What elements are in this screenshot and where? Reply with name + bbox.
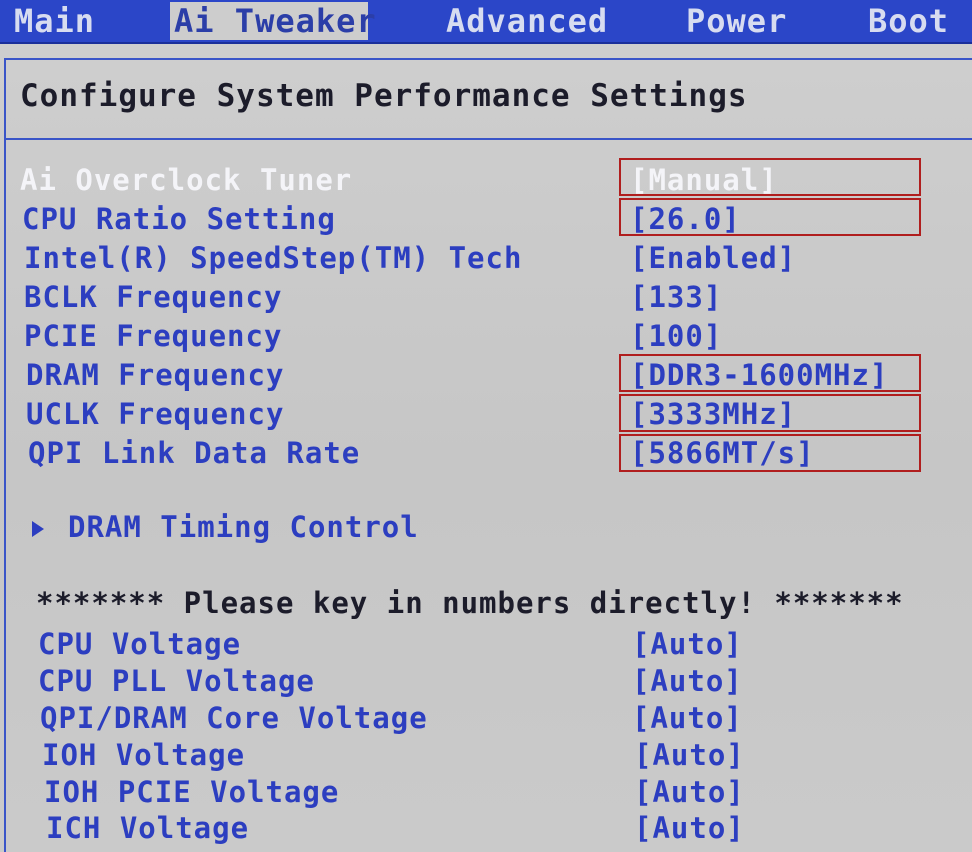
setting-row-ich-voltage[interactable]: ICH Voltage [Auto] xyxy=(0,810,972,846)
submenu-dram-timing-control[interactable]: DRAM Timing Control xyxy=(32,510,419,544)
notice-text: ******* Please key in numbers directly! … xyxy=(36,586,904,620)
setting-label: UCLK Frequency xyxy=(26,397,285,431)
setting-value[interactable]: [133] xyxy=(630,279,722,315)
triangle-right-icon xyxy=(32,521,44,537)
highlight-box xyxy=(619,198,921,236)
setting-label: IOH PCIE Voltage xyxy=(44,775,340,809)
setting-row-speedstep[interactable]: Intel(R) SpeedStep(TM) Tech [Enabled] xyxy=(0,240,972,276)
setting-row-qpi-dram-core-voltage[interactable]: QPI/DRAM Core Voltage [Auto] xyxy=(0,700,972,736)
setting-label: QPI/DRAM Core Voltage xyxy=(40,701,428,735)
setting-value[interactable]: [Auto] xyxy=(632,626,743,662)
submenu-label: DRAM Timing Control xyxy=(68,510,419,544)
page-title: Configure System Performance Settings xyxy=(20,78,748,114)
setting-label: BCLK Frequency xyxy=(24,280,283,314)
setting-label: CPU PLL Voltage xyxy=(38,664,315,698)
setting-row-cpu-pll-voltage[interactable]: CPU PLL Voltage [Auto] xyxy=(0,663,972,699)
setting-value[interactable]: [Auto] xyxy=(634,737,745,773)
setting-label: IOH Voltage xyxy=(42,738,246,772)
highlight-box xyxy=(619,434,921,472)
setting-label: PCIE Frequency xyxy=(24,319,283,353)
setting-value[interactable]: [Auto] xyxy=(634,774,745,810)
highlight-box xyxy=(619,394,921,432)
title-divider xyxy=(6,138,972,140)
setting-label: DRAM Frequency xyxy=(26,358,285,392)
setting-value[interactable]: [100] xyxy=(630,318,722,354)
setting-value[interactable]: [Auto] xyxy=(632,663,743,699)
setting-row-ioh-pcie-voltage[interactable]: IOH PCIE Voltage [Auto] xyxy=(0,774,972,810)
setting-value[interactable]: [Auto] xyxy=(632,700,743,736)
tab-main[interactable]: Main xyxy=(14,2,95,40)
bios-screen: Main Ai Tweaker Advanced Power Boot Conf… xyxy=(0,0,972,852)
setting-row-bclk[interactable]: BCLK Frequency [133] xyxy=(0,279,972,315)
tab-boot[interactable]: Boot xyxy=(868,2,949,40)
top-divider xyxy=(4,58,972,60)
setting-label: CPU Ratio Setting xyxy=(22,202,336,236)
setting-label: QPI Link Data Rate xyxy=(28,436,361,470)
highlight-box xyxy=(619,158,921,196)
setting-label: Intel(R) SpeedStep(TM) Tech xyxy=(24,241,523,275)
highlight-box xyxy=(619,354,921,392)
setting-row-pcie[interactable]: PCIE Frequency [100] xyxy=(0,318,972,354)
setting-row-cpu-voltage[interactable]: CPU Voltage [Auto] xyxy=(0,626,972,662)
setting-value[interactable]: [Enabled] xyxy=(630,240,796,276)
setting-row-ioh-voltage[interactable]: IOH Voltage [Auto] xyxy=(0,737,972,773)
menu-bar: Main Ai Tweaker Advanced Power Boot xyxy=(0,0,972,42)
setting-label: CPU Voltage xyxy=(38,627,242,661)
setting-label: ICH Voltage xyxy=(46,811,250,845)
setting-value[interactable]: [Auto] xyxy=(634,810,745,846)
tab-ai-tweaker[interactable]: Ai Tweaker xyxy=(170,2,376,40)
tab-power[interactable]: Power xyxy=(686,2,787,40)
setting-label: Ai Overclock Tuner xyxy=(20,163,353,197)
tab-advanced[interactable]: Advanced xyxy=(446,2,608,40)
